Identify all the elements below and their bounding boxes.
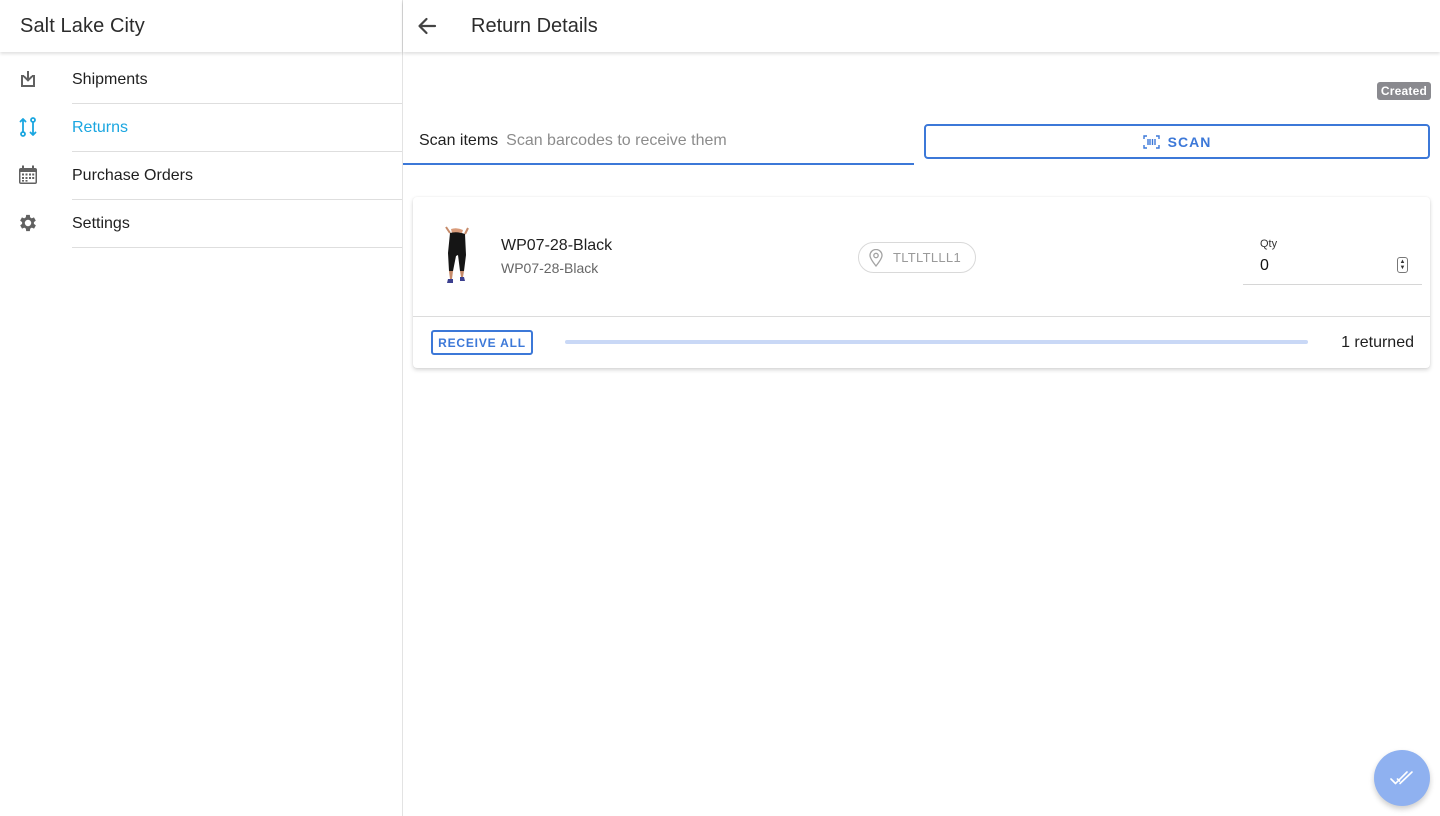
scan-row: Scan items SCAN: [403, 118, 1440, 166]
back-button[interactable]: [403, 2, 451, 50]
sidebar-item-label: Purchase Orders: [72, 166, 193, 184]
sidebar-item-label: Shipments: [72, 70, 148, 88]
location-pin-icon: [869, 248, 883, 267]
return-item-card: WP07-28-Black WP07-28-Black TLTLTLLL1 Qt…: [413, 197, 1430, 368]
qty-input[interactable]: 0: [1260, 257, 1269, 275]
returned-count: 1 returned: [1341, 334, 1414, 351]
calendar-icon: [17, 164, 39, 186]
scan-button-label: SCAN: [1167, 133, 1212, 150]
product-sku: WP07-28-Black: [501, 260, 599, 276]
sidebar-item-settings[interactable]: Settings: [0, 200, 402, 248]
scan-label: Scan items: [419, 131, 499, 149]
item-row: WP07-28-Black WP07-28-Black TLTLTLLL1 Qt…: [413, 197, 1430, 317]
chevron-down-icon: ▼: [1399, 265, 1406, 271]
sidebar: Salt Lake City Shipments Returns Purchas…: [0, 0, 403, 816]
receive-all-button[interactable]: RECEIVE ALL: [431, 330, 533, 355]
barcode-icon: [1142, 134, 1160, 149]
sidebar-item-returns[interactable]: Returns: [0, 104, 402, 152]
product-image: [439, 225, 475, 285]
qty-field[interactable]: Qty 0 ▲ ▼: [1243, 235, 1422, 285]
sidebar-header: Salt Lake City: [0, 0, 402, 52]
sidebar-item-purchase-orders[interactable]: Purchase Orders: [0, 152, 402, 200]
qty-label: Qty: [1260, 238, 1278, 250]
product-name: WP07-28-Black: [501, 237, 613, 254]
complete-return-button[interactable]: [1374, 750, 1430, 806]
item-actions: RECEIVE ALL 1 returned: [413, 317, 1430, 367]
sidebar-item-label: Returns: [72, 118, 129, 136]
sidebar-item-shipments[interactable]: Shipments: [0, 56, 402, 104]
download-box-icon: [17, 68, 39, 90]
location-chip[interactable]: TLTLTLLL1: [858, 242, 976, 273]
scan-field[interactable]: Scan items: [403, 118, 914, 165]
scan-button[interactable]: SCAN: [924, 124, 1430, 159]
scan-input[interactable]: [506, 131, 914, 150]
main-content: Return Details Created Scan items SCAN: [403, 0, 1440, 816]
return-arrows-icon: [17, 116, 39, 138]
top-bar: Return Details: [403, 0, 1440, 52]
location-label: TLTLTLLL1: [893, 250, 961, 265]
page-title: Return Details: [471, 14, 598, 37]
progress-bar: [565, 340, 1308, 344]
double-check-icon: [1390, 770, 1414, 786]
arrow-left-icon: [417, 17, 437, 35]
sidebar-menu: Shipments Returns Purchase Orders Settin…: [0, 52, 402, 248]
gear-icon: [17, 212, 39, 234]
qty-stepper[interactable]: ▲ ▼: [1397, 257, 1408, 273]
facility-title: Salt Lake City: [20, 14, 145, 37]
sidebar-item-label: Settings: [72, 214, 130, 232]
status-badge: Created: [1376, 82, 1431, 100]
